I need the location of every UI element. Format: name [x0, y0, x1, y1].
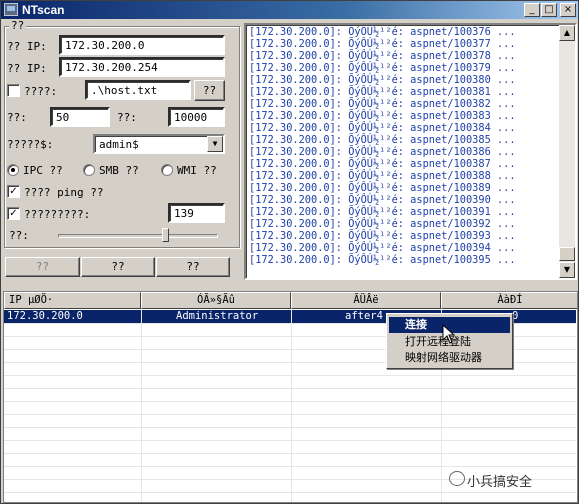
grid-line — [4, 453, 576, 454]
timeout-input[interactable]: 10000 — [168, 107, 225, 127]
share-select-value: admin$ — [99, 138, 139, 151]
column-user[interactable]: ÓÃ»§Ãû — [141, 292, 291, 309]
speed-slider-thumb[interactable] — [162, 228, 170, 242]
hostfile-label: ????: — [24, 85, 58, 98]
log-line: [172.30.200.0]: ÕýÔÚ½¹²é: aspnet/100387 … — [249, 158, 516, 170]
radio-smb-label: SMB ?? — [99, 164, 139, 177]
speed-slider-track[interactable] — [58, 234, 218, 238]
log-line: [172.30.200.0]: ÕýÔÚ½¹²é: aspnet/100378 … — [249, 50, 516, 62]
log-line: [172.30.200.0]: ÕýÔÚ½¹²é: aspnet/100384 … — [249, 122, 516, 134]
cell-password: after4 — [345, 310, 383, 322]
log-line: [172.30.200.0]: ÕýÔÚ½¹²é: aspnet/100390 … — [249, 194, 516, 206]
scroll-thumb[interactable] — [559, 247, 575, 261]
grid-line — [4, 388, 576, 389]
grid-line — [4, 427, 576, 428]
share-label: ?????$: — [7, 138, 54, 151]
hostfile-input[interactable]: .\host.txt — [85, 80, 191, 100]
column-type[interactable]: ÀàÐÍ — [441, 292, 577, 309]
grid-line — [4, 414, 576, 415]
log-line: [172.30.200.0]: ÕýÔÚ½¹²é: aspnet/100393 … — [249, 230, 516, 242]
minimize-button[interactable]: _ — [524, 3, 540, 17]
port-input[interactable]: 139 — [168, 203, 225, 223]
menu-item-map-drive[interactable]: 映射网络驱动器 — [389, 350, 510, 366]
log-line: [172.30.200.0]: ÕýÔÚ½¹²é: aspnet/100395 … — [249, 254, 516, 266]
log-line: [172.30.200.0]: ÕýÔÚ½¹²é: aspnet/100377 … — [249, 38, 516, 50]
log-line: [172.30.200.0]: ÕýÔÚ½¹²é: aspnet/100381 … — [249, 86, 516, 98]
log-panel[interactable]: [172.30.200.0]: ÕýÔÚ½¹²é: aspnet/100376 … — [244, 23, 577, 280]
title-bar[interactable]: NTscan _ □ × — [1, 1, 578, 19]
log-line: [172.30.200.0]: ÕýÔÚ½¹²é: aspnet/100376 … — [249, 26, 516, 38]
log-line: [172.30.200.0]: ÕýÔÚ½¹²é: aspnet/100391 … — [249, 206, 516, 218]
chevron-down-icon[interactable]: ▼ — [207, 136, 223, 152]
scroll-up-icon[interactable]: ▲ — [559, 25, 575, 41]
options-group-label: ?? — [9, 19, 27, 32]
wechat-icon — [449, 471, 465, 486]
results-header: IP µØÖ· ÓÃ»§Ãû ÃÜÂë ÀàÐÍ — [4, 292, 577, 309]
log-line: [172.30.200.0]: ÕýÔÚ½¹²é: aspnet/100380 … — [249, 74, 516, 86]
watermark-text: 小兵搞安全 — [467, 475, 533, 490]
log-line: [172.30.200.0]: ÕýÔÚ½¹²é: aspnet/100382 … — [249, 98, 516, 110]
scroll-down-icon[interactable]: ▼ — [559, 262, 575, 278]
log-line: [172.30.200.0]: ÕýÔÚ½¹²é: aspnet/100388 … — [249, 170, 516, 182]
end-ip-label: ?? IP: — [7, 62, 47, 75]
ntscan-window: NTscan _ □ × ?? ?? IP: 172.30.200.0 ?? I… — [0, 0, 579, 504]
thread-label: ??: — [7, 111, 27, 124]
start-ip-input[interactable]: 172.30.200.0 — [59, 35, 225, 55]
radio-ipc[interactable] — [7, 164, 19, 176]
cell-user: Administrator — [176, 310, 259, 322]
hostfile-browse-button[interactable]: ?? — [194, 80, 225, 101]
log-line: [172.30.200.0]: ÕýÔÚ½¹²é: aspnet/100389 … — [249, 182, 516, 194]
radio-wmi[interactable] — [161, 164, 173, 176]
export-button[interactable]: ?? — [156, 257, 230, 277]
slider-label: ??: — [9, 229, 29, 242]
grid-line — [4, 440, 576, 441]
ping-label: ???? ping ?? — [24, 186, 104, 199]
app-icon — [4, 3, 18, 16]
stop-button[interactable]: ?? — [81, 257, 155, 277]
hostfile-checkbox[interactable] — [7, 84, 20, 97]
end-ip-input[interactable]: 172.30.200.254 — [59, 57, 225, 77]
radio-wmi-label: WMI ?? — [177, 164, 217, 177]
radio-smb[interactable] — [83, 164, 95, 176]
log-lines: [172.30.200.0]: ÕýÔÚ½¹²é: aspnet/100376 … — [249, 26, 516, 266]
radio-ipc-label: IPC ?? — [23, 164, 63, 177]
grid-line — [291, 309, 292, 502]
window-title: NTscan — [22, 3, 65, 17]
grid-line — [4, 466, 576, 467]
log-line: [172.30.200.0]: ÕýÔÚ½¹²é: aspnet/100383 … — [249, 110, 516, 122]
log-line: [172.30.200.0]: ÕýÔÚ½¹²é: aspnet/100385 … — [249, 134, 516, 146]
grid-line — [141, 309, 142, 502]
column-ip[interactable]: IP µØÖ· — [4, 292, 141, 309]
cell-ip: 172.30.200.0 — [7, 310, 83, 322]
timeout-label: ??: — [117, 111, 137, 124]
share-select[interactable]: admin$ ▼ — [93, 134, 225, 154]
ping-checkbox[interactable]: ✓ — [7, 185, 20, 198]
column-password[interactable]: ÃÜÂë — [291, 292, 441, 309]
log-line: [172.30.200.0]: ÕýÔÚ½¹²é: aspnet/100392 … — [249, 218, 516, 230]
grid-line — [4, 375, 576, 376]
log-line: [172.30.200.0]: ÕýÔÚ½¹²é: aspnet/100394 … — [249, 242, 516, 254]
log-line: [172.30.200.0]: ÕýÔÚ½¹²é: aspnet/100386 … — [249, 146, 516, 158]
grid-line — [4, 492, 576, 493]
port-label: ?????????: — [24, 208, 91, 221]
log-scrollbar[interactable]: ▲ ▼ — [559, 25, 575, 278]
grid-line — [4, 401, 576, 402]
start-ip-label: ?? IP: — [7, 40, 47, 53]
thread-input[interactable]: 50 — [50, 107, 110, 127]
start-button[interactable]: ?? — [5, 257, 80, 277]
port-checkbox[interactable]: ✓ — [7, 207, 20, 220]
close-button[interactable]: × — [560, 3, 576, 17]
mouse-cursor-icon — [442, 324, 456, 344]
maximize-button[interactable]: □ — [541, 3, 557, 17]
log-line: [172.30.200.0]: ÕýÔÚ½¹²é: aspnet/100379 … — [249, 62, 516, 74]
